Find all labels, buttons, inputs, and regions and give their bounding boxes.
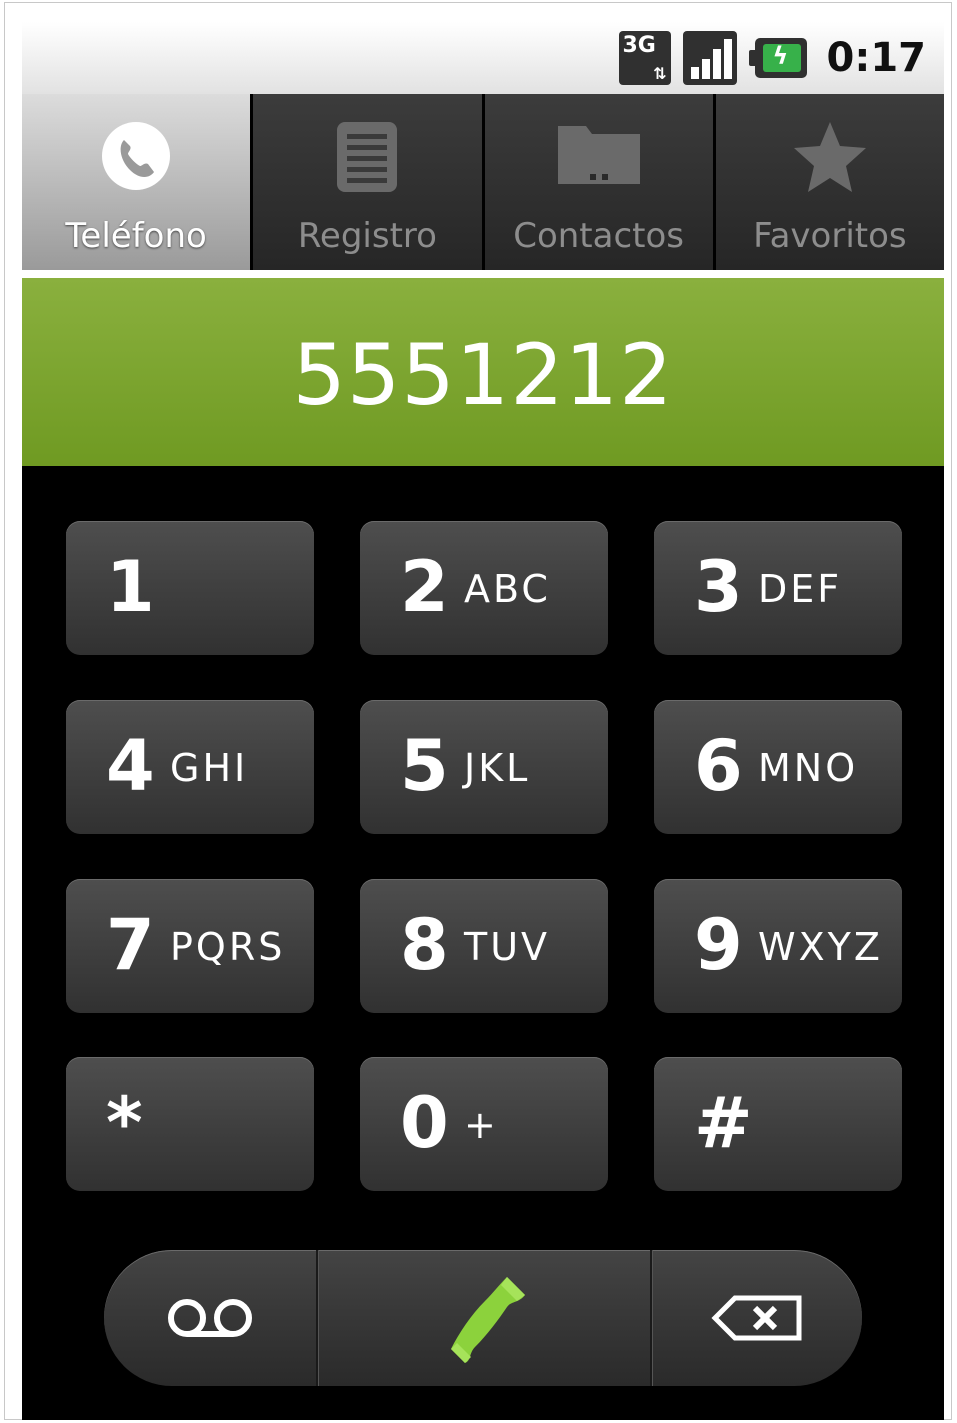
delete-button[interactable] (652, 1250, 862, 1386)
tab-registro[interactable]: Registro (253, 94, 485, 270)
key-digit: 0 (400, 1082, 449, 1164)
call-log-icon (335, 120, 399, 198)
key-letters: WXYZ (758, 925, 883, 969)
network-3g-icon: 3G ⇅ (618, 31, 671, 85)
signal-strength-icon (682, 31, 737, 85)
key-digit: 2 (400, 546, 449, 628)
key-star[interactable]: * (66, 1057, 314, 1191)
key-digit: 4 (106, 725, 155, 807)
key-letters: JKL (464, 746, 531, 790)
key-digit: 6 (694, 725, 743, 807)
key-0[interactable]: 0 + (360, 1057, 608, 1191)
key-pound[interactable]: # (654, 1057, 902, 1191)
dialed-number: 5551212 (292, 326, 674, 424)
tab-label: Favoritos (753, 216, 907, 256)
network-label: 3G (622, 33, 656, 58)
key-letters: DEF (758, 567, 843, 611)
key-digit: * (106, 1082, 143, 1164)
tab-label: Registro (297, 216, 437, 256)
key-digit: # (694, 1082, 753, 1164)
key-7[interactable]: 7 PQRS (66, 879, 314, 1013)
tab-label: Teléfono (65, 216, 207, 256)
dialer-action-bar (104, 1250, 862, 1386)
dialed-number-display[interactable]: 5551212 (22, 278, 944, 466)
tab-favoritos[interactable]: Favoritos (715, 94, 944, 270)
phone-icon (100, 120, 172, 196)
key-letters: MNO (758, 746, 859, 790)
key-1[interactable]: 1 (66, 521, 314, 655)
key-digit: 9 (694, 904, 743, 986)
status-clock: 0:17 (826, 35, 927, 81)
key-6[interactable]: 6 MNO (654, 700, 902, 834)
key-digit: 1 (106, 546, 155, 628)
call-button[interactable] (318, 1250, 650, 1386)
key-3[interactable]: 3 DEF (654, 521, 902, 655)
key-8[interactable]: 8 TUV (360, 879, 608, 1013)
battery-charging-icon: ϟ (748, 38, 807, 78)
voicemail-button[interactable] (104, 1250, 316, 1386)
tab-contactos[interactable]: Contactos (484, 94, 716, 270)
key-digit: 8 (400, 904, 449, 986)
key-digit: 5 (400, 725, 449, 807)
key-letters: PQRS (170, 925, 286, 969)
tab-label: Contactos (513, 216, 685, 256)
call-icon (451, 1277, 525, 1363)
key-letters: TUV (464, 925, 551, 969)
key-letters: + (464, 1103, 499, 1147)
status-bar: 3G ⇅ ϟ 0:17 (22, 22, 944, 94)
voicemail-icon (168, 1299, 252, 1337)
key-digit: 7 (106, 904, 155, 986)
backspace-icon (711, 1295, 802, 1341)
status-icons: 3G ⇅ ϟ 0:17 (618, 28, 927, 88)
tab-telefono[interactable]: Teléfono (22, 94, 254, 270)
key-2[interactable]: 2 ABC (360, 521, 608, 655)
key-letters: ABC (464, 567, 551, 611)
key-5[interactable]: 5 JKL (360, 700, 608, 834)
key-4[interactable]: 4 GHI (66, 700, 314, 834)
key-digit: 3 (694, 546, 743, 628)
tab-bar: Teléfono Registro Contactos Favoritos (22, 94, 944, 270)
key-letters: GHI (170, 746, 249, 790)
star-icon (790, 120, 870, 198)
contacts-folder-icon (556, 120, 642, 190)
key-9[interactable]: 9 WXYZ (654, 879, 902, 1013)
